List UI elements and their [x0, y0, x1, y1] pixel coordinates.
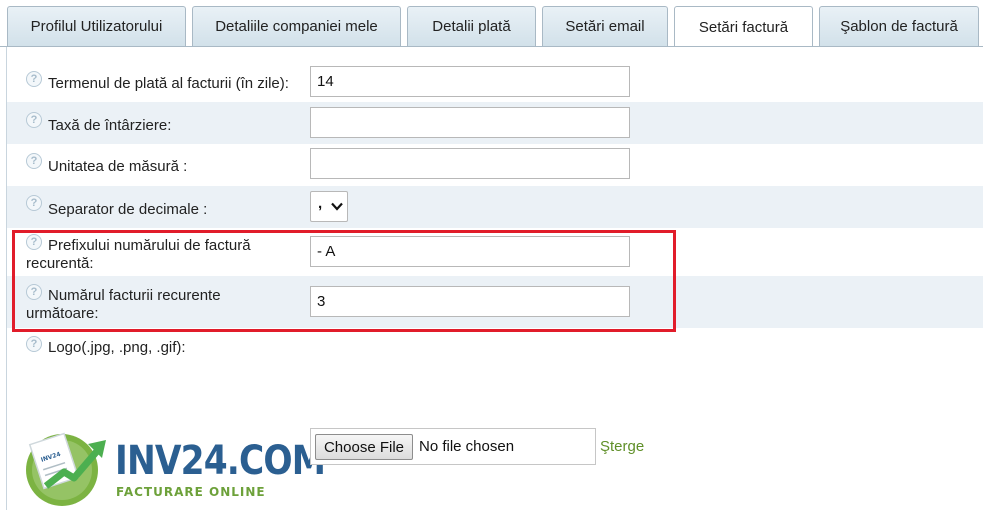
- tab-payment-details[interactable]: Detalii plată: [407, 6, 536, 46]
- payment-term-label: Termenul de plată al facturii (în zile):: [48, 75, 289, 92]
- form-row-decimal-separator: ? Separator de decimale : ,: [7, 186, 983, 228]
- late-fee-label: Taxă de întârziere:: [48, 117, 172, 134]
- logo-file-input[interactable]: Choose File No file chosen: [310, 428, 596, 465]
- tab-user-profile[interactable]: Profilul Utilizatorului: [7, 6, 186, 46]
- form-row-late-fee: ? Taxă de întârziere:: [7, 102, 983, 144]
- late-fee-input[interactable]: [310, 107, 630, 138]
- logo-brand-text: INV24.COM: [115, 438, 326, 484]
- logo-label: Logo(.jpg, .png, .gif):: [48, 339, 186, 356]
- help-icon[interactable]: ?: [26, 153, 42, 169]
- delete-logo-link[interactable]: Şterge: [600, 438, 644, 455]
- logo-subtitle: FACTURARE ONLINE: [116, 485, 266, 499]
- decimal-separator-select[interactable]: ,: [310, 191, 348, 222]
- help-icon[interactable]: ?: [26, 112, 42, 128]
- tab-bar: Profilul Utilizatorului Detaliile compan…: [0, 0, 983, 48]
- decimal-separator-label: Separator de decimale :: [48, 201, 208, 218]
- tab-invoice-settings[interactable]: Setări factură: [674, 6, 813, 48]
- company-logo: INV24: [24, 428, 108, 508]
- form-row-payment-term: ? Termenul de plată al facturii (în zile…: [7, 62, 983, 102]
- payment-term-input[interactable]: [310, 66, 630, 97]
- unit-input[interactable]: [310, 148, 630, 179]
- unit-label: Unitatea de măsură :: [48, 158, 188, 175]
- help-icon[interactable]: ?: [26, 71, 42, 87]
- choose-file-button[interactable]: Choose File: [315, 434, 413, 460]
- help-icon[interactable]: ?: [26, 195, 42, 211]
- form-row-unit: ? Unitatea de măsură :: [7, 144, 983, 186]
- decimal-separator-value: ,: [318, 195, 323, 212]
- help-icon[interactable]: ?: [26, 336, 42, 352]
- tab-invoice-template[interactable]: Şablon de factură: [819, 6, 979, 46]
- file-status-text: No file chosen: [419, 438, 515, 455]
- highlight-box: [12, 230, 676, 332]
- tab-company-details[interactable]: Detaliile companiei mele: [192, 6, 401, 46]
- tab-email-settings[interactable]: Setări email: [542, 6, 668, 46]
- logo-graphic-icon: INV24: [26, 432, 106, 506]
- chevron-down-icon: [331, 202, 343, 211]
